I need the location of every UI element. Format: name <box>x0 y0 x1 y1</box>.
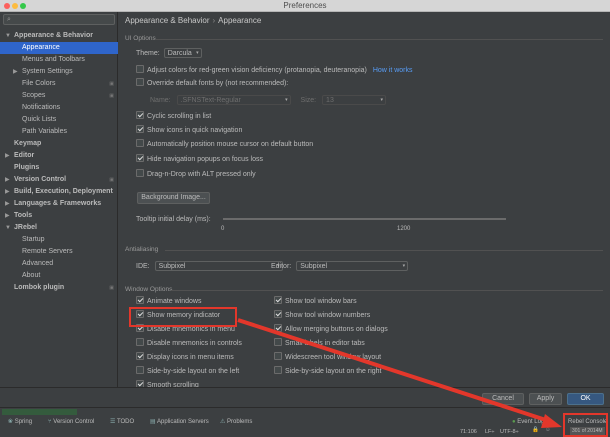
annotation-arrow <box>237 318 562 428</box>
